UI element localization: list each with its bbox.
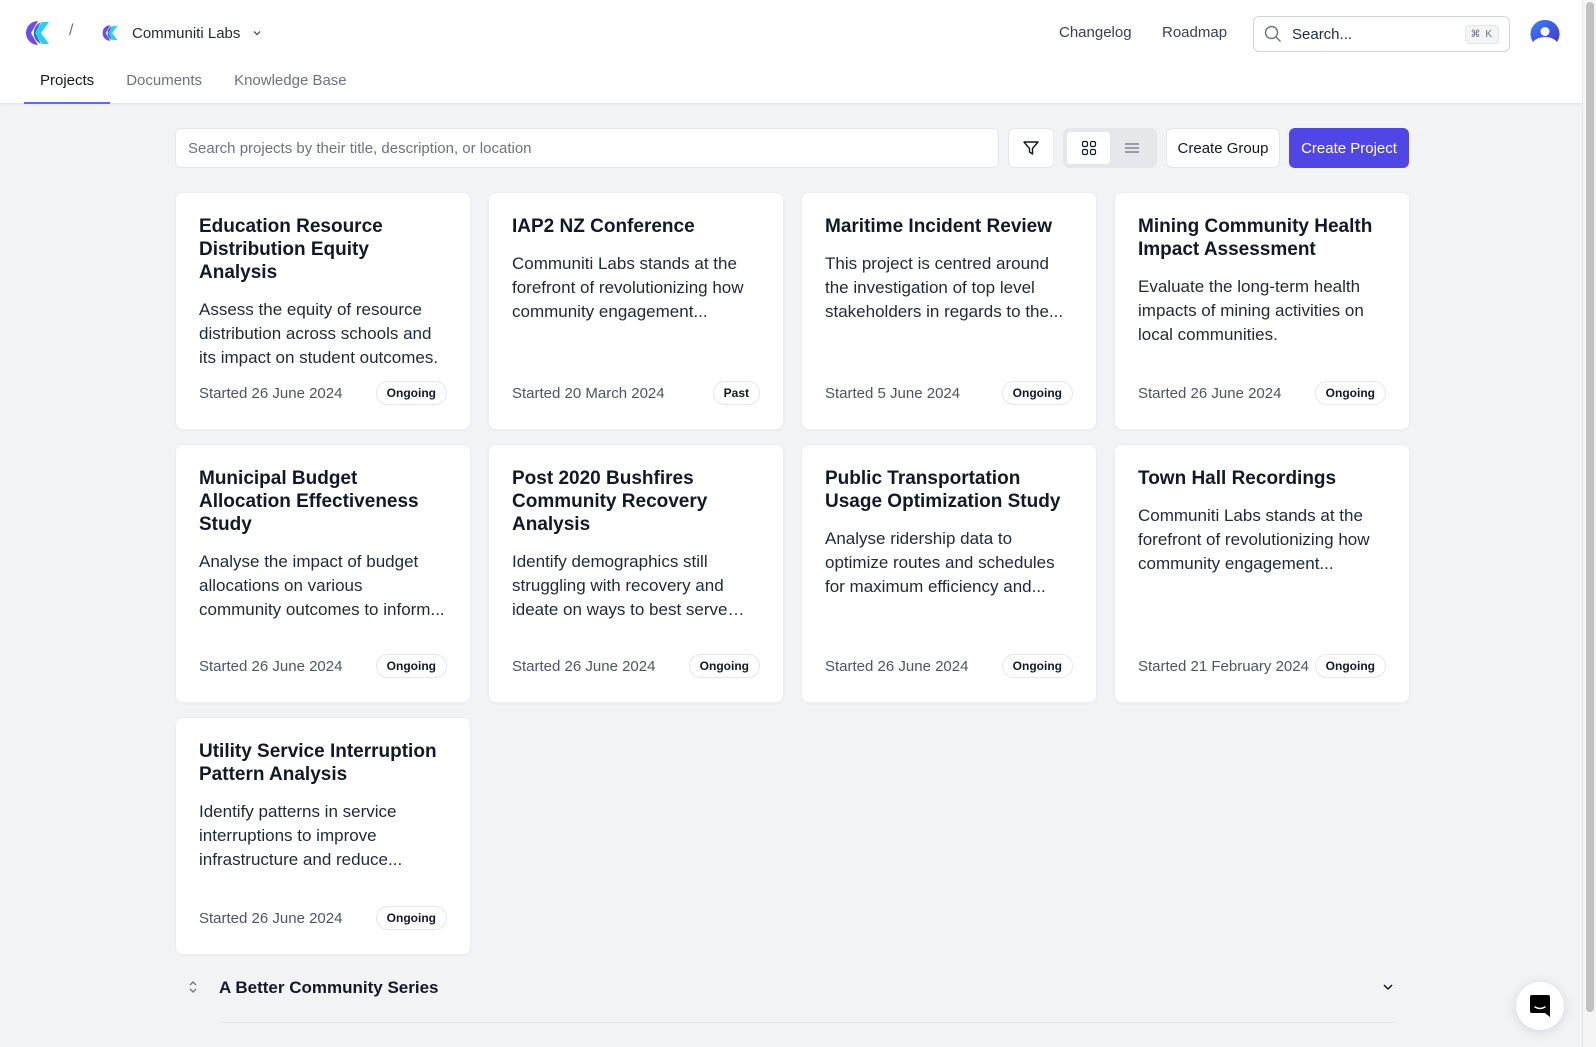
- grid-icon: [1081, 140, 1096, 156]
- project-description: Communiti Labs stands at the forefront o…: [512, 254, 744, 321]
- org-name: Communiti Labs: [132, 24, 241, 42]
- project-title: Mining Community Health Impact Assessmen…: [1138, 216, 1373, 260]
- tab-knowledge-base[interactable]: Knowledge Base: [218, 66, 363, 104]
- status-badge: Ongoing: [1001, 381, 1073, 405]
- global-search[interactable]: Search... ⌘ K: [1253, 16, 1510, 52]
- project-title: IAP2 NZ Conference: [512, 216, 695, 237]
- project-title: Utility Service Interruption Pattern Ana…: [199, 741, 437, 785]
- project-title: Public Transportation Usage Optimization…: [825, 468, 1061, 512]
- org-switcher[interactable]: Communiti Labs: [100, 20, 262, 46]
- project-start-date: Started 26 June 2024: [512, 657, 656, 675]
- project-card[interactable]: Maritime Incident Review This project is…: [801, 192, 1097, 430]
- project-footer: Started 26 June 2024 Ongoing: [199, 906, 447, 930]
- project-footer: Started 26 June 2024 Ongoing: [825, 654, 1073, 678]
- project-card[interactable]: Public Transportation Usage Optimization…: [801, 444, 1097, 703]
- search-icon: [1264, 25, 1281, 42]
- group-divider: [219, 1022, 1397, 1023]
- project-description: Communiti Labs stands at the forefront o…: [1138, 506, 1370, 573]
- project-description: Identify patterns in service interruptio…: [199, 802, 403, 869]
- app-logo-icon[interactable]: [22, 20, 50, 46]
- project-card[interactable]: Education Resource Distribution Equity A…: [175, 192, 471, 430]
- project-title: Town Hall Recordings: [1138, 468, 1337, 489]
- project-description: Analyse ridership data to optimize route…: [825, 529, 1055, 596]
- list-view-button[interactable]: [1110, 132, 1153, 164]
- org-logo-icon: [102, 25, 118, 41]
- project-card[interactable]: Municipal Budget Allocation Effectivenes…: [175, 444, 471, 703]
- main-tabs: Projects Documents Knowledge Base: [24, 66, 363, 104]
- project-footer: Started 26 June 2024 Ongoing: [512, 654, 760, 678]
- group-title[interactable]: A Better Community Series: [219, 978, 438, 998]
- project-start-date: Started 26 June 2024: [1138, 384, 1282, 402]
- reorder-handle-icon[interactable]: [187, 978, 199, 996]
- project-description: Evaluate the long-term health impacts of…: [1138, 277, 1364, 344]
- project-card[interactable]: IAP2 NZ Conference Communiti Labs stands…: [488, 192, 784, 430]
- project-start-date: Started 26 June 2024: [825, 657, 969, 675]
- status-badge: Ongoing: [688, 654, 760, 678]
- search-shortcut-hint: ⌘ K: [1464, 24, 1499, 44]
- project-start-date: Started 26 June 2024: [199, 657, 343, 675]
- status-badge: Ongoing: [1001, 654, 1073, 678]
- project-title: Education Resource Distribution Equity A…: [199, 216, 383, 283]
- chevron-down-icon[interactable]: [1381, 980, 1395, 994]
- project-card[interactable]: Utility Service Interruption Pattern Ana…: [175, 717, 471, 955]
- project-card[interactable]: Town Hall Recordings Communiti Labs stan…: [1114, 444, 1410, 703]
- project-footer: Started 21 February 2024 Ongoing: [1138, 654, 1386, 678]
- grid-view-button[interactable]: [1067, 132, 1110, 164]
- project-title: Post 2020 Bushfires Community Recovery A…: [512, 468, 708, 535]
- status-badge: Ongoing: [375, 654, 447, 678]
- projects-toolbar: Search projects by their title, descript…: [175, 128, 1411, 168]
- page-scrollbar[interactable]: [1582, 0, 1596, 1047]
- project-title: Municipal Budget Allocation Effectivenes…: [199, 468, 419, 535]
- changelog-link[interactable]: Changelog: [1059, 24, 1132, 41]
- top-nav: / Communiti Labs Changelog Roadmap Searc…: [0, 0, 1582, 66]
- create-group-button[interactable]: Create Group: [1166, 128, 1280, 168]
- project-footer: Started 5 June 2024 Ongoing: [825, 381, 1073, 405]
- filter-button[interactable]: [1008, 128, 1054, 168]
- scrollbar-thumb[interactable]: [1586, 2, 1594, 1012]
- chat-icon: [1530, 995, 1550, 1017]
- create-project-button[interactable]: Create Project: [1289, 128, 1409, 168]
- project-description: Assess the equity of resource distributi…: [199, 300, 439, 367]
- project-footer: Started 26 June 2024 Ongoing: [1138, 381, 1386, 405]
- project-footer: Started 26 June 2024 Ongoing: [199, 654, 447, 678]
- status-badge: Ongoing: [1314, 381, 1386, 405]
- project-footer: Started 20 March 2024 Past: [512, 381, 760, 405]
- project-group-section: A Better Community Series: [175, 976, 1397, 1024]
- status-badge: Ongoing: [375, 381, 447, 405]
- project-card[interactable]: Post 2020 Bushfires Community Recovery A…: [488, 444, 784, 703]
- status-badge: Ongoing: [375, 906, 447, 930]
- project-description: Identify demographics still struggling w…: [512, 552, 728, 619]
- top-bar: / Communiti Labs Changelog Roadmap Searc…: [0, 0, 1582, 104]
- breadcrumb-separator: /: [69, 22, 74, 39]
- project-start-date: Started 21 February 2024: [1138, 657, 1309, 675]
- project-start-date: Started 26 June 2024: [199, 384, 343, 402]
- user-avatar-icon[interactable]: [1530, 19, 1560, 49]
- status-badge: Ongoing: [1314, 654, 1386, 678]
- project-search-input[interactable]: Search projects by their title, descript…: [175, 128, 999, 168]
- project-footer: Started 26 June 2024 Ongoing: [199, 381, 447, 405]
- roadmap-link[interactable]: Roadmap: [1162, 24, 1227, 41]
- project-description: This project is centred around the inves…: [825, 254, 1064, 321]
- global-search-placeholder: Search...: [1292, 25, 1353, 43]
- project-title: Maritime Incident Review: [825, 216, 1053, 237]
- filter-icon: [1023, 141, 1039, 155]
- status-badge: Past: [712, 381, 760, 405]
- project-start-date: Started 5 June 2024: [825, 384, 961, 402]
- project-description: Analyse the impact of budget allocations…: [199, 552, 445, 619]
- list-icon: [1124, 143, 1139, 153]
- chevron-down-icon: [253, 31, 261, 36]
- tab-projects[interactable]: Projects: [24, 66, 111, 104]
- project-start-date: Started 26 June 2024: [199, 909, 343, 927]
- support-chat-button[interactable]: [1516, 982, 1564, 1030]
- project-start-date: Started 20 March 2024: [512, 384, 665, 402]
- project-card[interactable]: Mining Community Health Impact Assessmen…: [1114, 192, 1410, 430]
- tab-documents[interactable]: Documents: [110, 66, 218, 104]
- view-mode-toggle: [1063, 128, 1157, 168]
